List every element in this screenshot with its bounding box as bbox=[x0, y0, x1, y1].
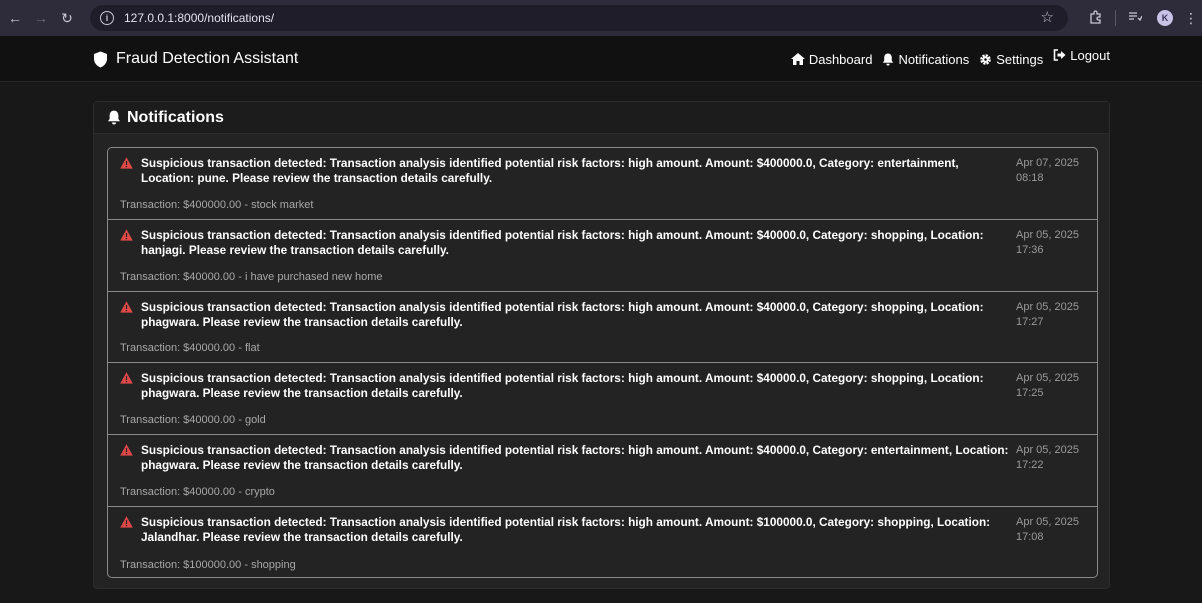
notification-date: Apr 05, 2025 bbox=[1016, 515, 1079, 528]
notification-item[interactable]: Suspicious transaction detected: Transac… bbox=[108, 220, 1097, 292]
notification-date: Apr 05, 2025 bbox=[1016, 444, 1079, 457]
notification-message: Suspicious transaction detected: Transac… bbox=[141, 443, 1009, 473]
nav-settings-label: Settings bbox=[996, 51, 1044, 67]
notification-item[interactable]: Suspicious transaction detected: Transac… bbox=[108, 507, 1097, 577]
notification-item[interactable]: Suspicious transaction detected: Transac… bbox=[108, 363, 1097, 436]
notification-date: Apr 07, 2025 bbox=[1016, 157, 1079, 169]
brand[interactable]: Fraud Detection Assistant bbox=[93, 50, 298, 68]
brand-name: Fraud Detection Assistant bbox=[116, 50, 299, 67]
nav-links: Dashboard Notifications Settings Logout bbox=[781, 36, 1110, 82]
app-navbar: Fraud Detection Assistant Dashboard Noti… bbox=[0, 36, 1202, 82]
card-header: Notifications bbox=[94, 102, 1109, 134]
notification-time: 17:25 bbox=[1016, 387, 1044, 400]
warning-triangle-icon bbox=[120, 229, 133, 241]
shield-icon bbox=[94, 51, 107, 67]
notification-timestamp: Apr 05, 2025 17:25 bbox=[1016, 371, 1080, 401]
reading-list-icon[interactable] bbox=[1120, 10, 1150, 27]
notification-timestamp: Apr 05, 2025 17:36 bbox=[1016, 228, 1080, 258]
notification-time: 17:08 bbox=[1016, 530, 1044, 543]
extensions-icon[interactable] bbox=[1081, 9, 1111, 27]
warning-triangle-icon bbox=[120, 157, 133, 169]
notification-date: Apr 05, 2025 bbox=[1016, 300, 1079, 313]
warning-triangle-icon bbox=[120, 300, 133, 313]
warning-triangle-icon bbox=[120, 444, 133, 456]
notification-timestamp: Apr 05, 2025 17:22 bbox=[1016, 443, 1080, 473]
url-text: 127.0.0.1:8000/notifications/ bbox=[124, 11, 275, 25]
home-icon bbox=[790, 53, 805, 65]
notification-time: 08:18 bbox=[1016, 172, 1044, 184]
notification-message: Suspicious transaction detected: Transac… bbox=[141, 514, 991, 544]
notification-timestamp: Apr 07, 2025 08:18 bbox=[1016, 156, 1080, 186]
notification-transaction: Transaction: $40000.00 - flat bbox=[120, 342, 260, 355]
gear-icon bbox=[980, 53, 992, 65]
site-info-icon[interactable]: i bbox=[100, 11, 114, 25]
notification-time: 17:27 bbox=[1016, 315, 1044, 328]
notification-date: Apr 05, 2025 bbox=[1016, 228, 1079, 241]
browser-toolbar: ← → ↻ i 127.0.0.1:8000/notifications/ ☆ … bbox=[0, 0, 1202, 36]
notification-transaction: Transaction: $400000.00 - stock market bbox=[120, 198, 314, 211]
address-bar[interactable]: i 127.0.0.1:8000/notifications/ ☆ bbox=[90, 5, 1068, 31]
nav-notifications-label: Notifications bbox=[898, 51, 970, 67]
notification-timestamp: Apr 05, 2025 17:27 bbox=[1016, 300, 1080, 330]
notification-transaction: Transaction: $100000.00 - shopping bbox=[120, 558, 296, 571]
logout-icon bbox=[1053, 49, 1066, 61]
reload-icon[interactable]: ↻ bbox=[56, 7, 78, 29]
notification-transaction: Transaction: $40000.00 - gold bbox=[120, 414, 266, 427]
notification-message: Suspicious transaction detected: Transac… bbox=[141, 299, 984, 329]
notification-item[interactable]: Suspicious transaction detected: Transac… bbox=[108, 292, 1097, 364]
nav-dashboard[interactable]: Dashboard bbox=[790, 51, 873, 67]
menu-kebab-icon[interactable]: ⋮ bbox=[1180, 10, 1202, 27]
nav-logout-label: Logout bbox=[1070, 47, 1110, 63]
toolbar-divider bbox=[1115, 10, 1116, 26]
bell-icon bbox=[108, 110, 120, 125]
notification-item[interactable]: Suspicious transaction detected: Transac… bbox=[108, 435, 1097, 507]
nav-notifications[interactable]: Notifications bbox=[882, 52, 969, 67]
notification-date: Apr 05, 2025 bbox=[1016, 372, 1079, 385]
warning-triangle-icon bbox=[120, 516, 133, 528]
notification-transaction: Transaction: $40000.00 - crypto bbox=[120, 485, 275, 498]
warning-triangle-icon bbox=[120, 372, 133, 384]
notification-time: 17:36 bbox=[1016, 243, 1044, 256]
notification-time: 17:22 bbox=[1016, 459, 1044, 472]
notification-message: Suspicious transaction detected: Transac… bbox=[141, 156, 959, 185]
nav-settings[interactable]: Settings bbox=[979, 52, 1043, 67]
back-arrow-icon[interactable]: ← bbox=[4, 7, 26, 29]
notification-timestamp: Apr 05, 2025 17:08 bbox=[1016, 515, 1080, 545]
page-title: Notifications bbox=[127, 108, 224, 126]
nav-logout[interactable]: Logout bbox=[1053, 48, 1110, 63]
notification-message: Suspicious transaction detected: Transac… bbox=[141, 371, 984, 401]
forward-arrow-icon[interactable]: → bbox=[30, 7, 52, 29]
notification-transaction: Transaction: $40000.00 - i have purchase… bbox=[120, 270, 383, 283]
bookmark-star-icon[interactable]: ☆ bbox=[1041, 8, 1054, 26]
nav-dashboard-label: Dashboard bbox=[808, 51, 873, 67]
bell-icon bbox=[883, 53, 894, 65]
profile-avatar[interactable]: K bbox=[1157, 10, 1173, 26]
notification-message: Suspicious transaction detected: Transac… bbox=[141, 227, 984, 257]
notification-item[interactable]: Suspicious transaction detected: Transac… bbox=[108, 148, 1097, 220]
notifications-card: Notifications Suspicious transaction det… bbox=[93, 101, 1110, 589]
notifications-list: Suspicious transaction detected: Transac… bbox=[107, 147, 1098, 578]
